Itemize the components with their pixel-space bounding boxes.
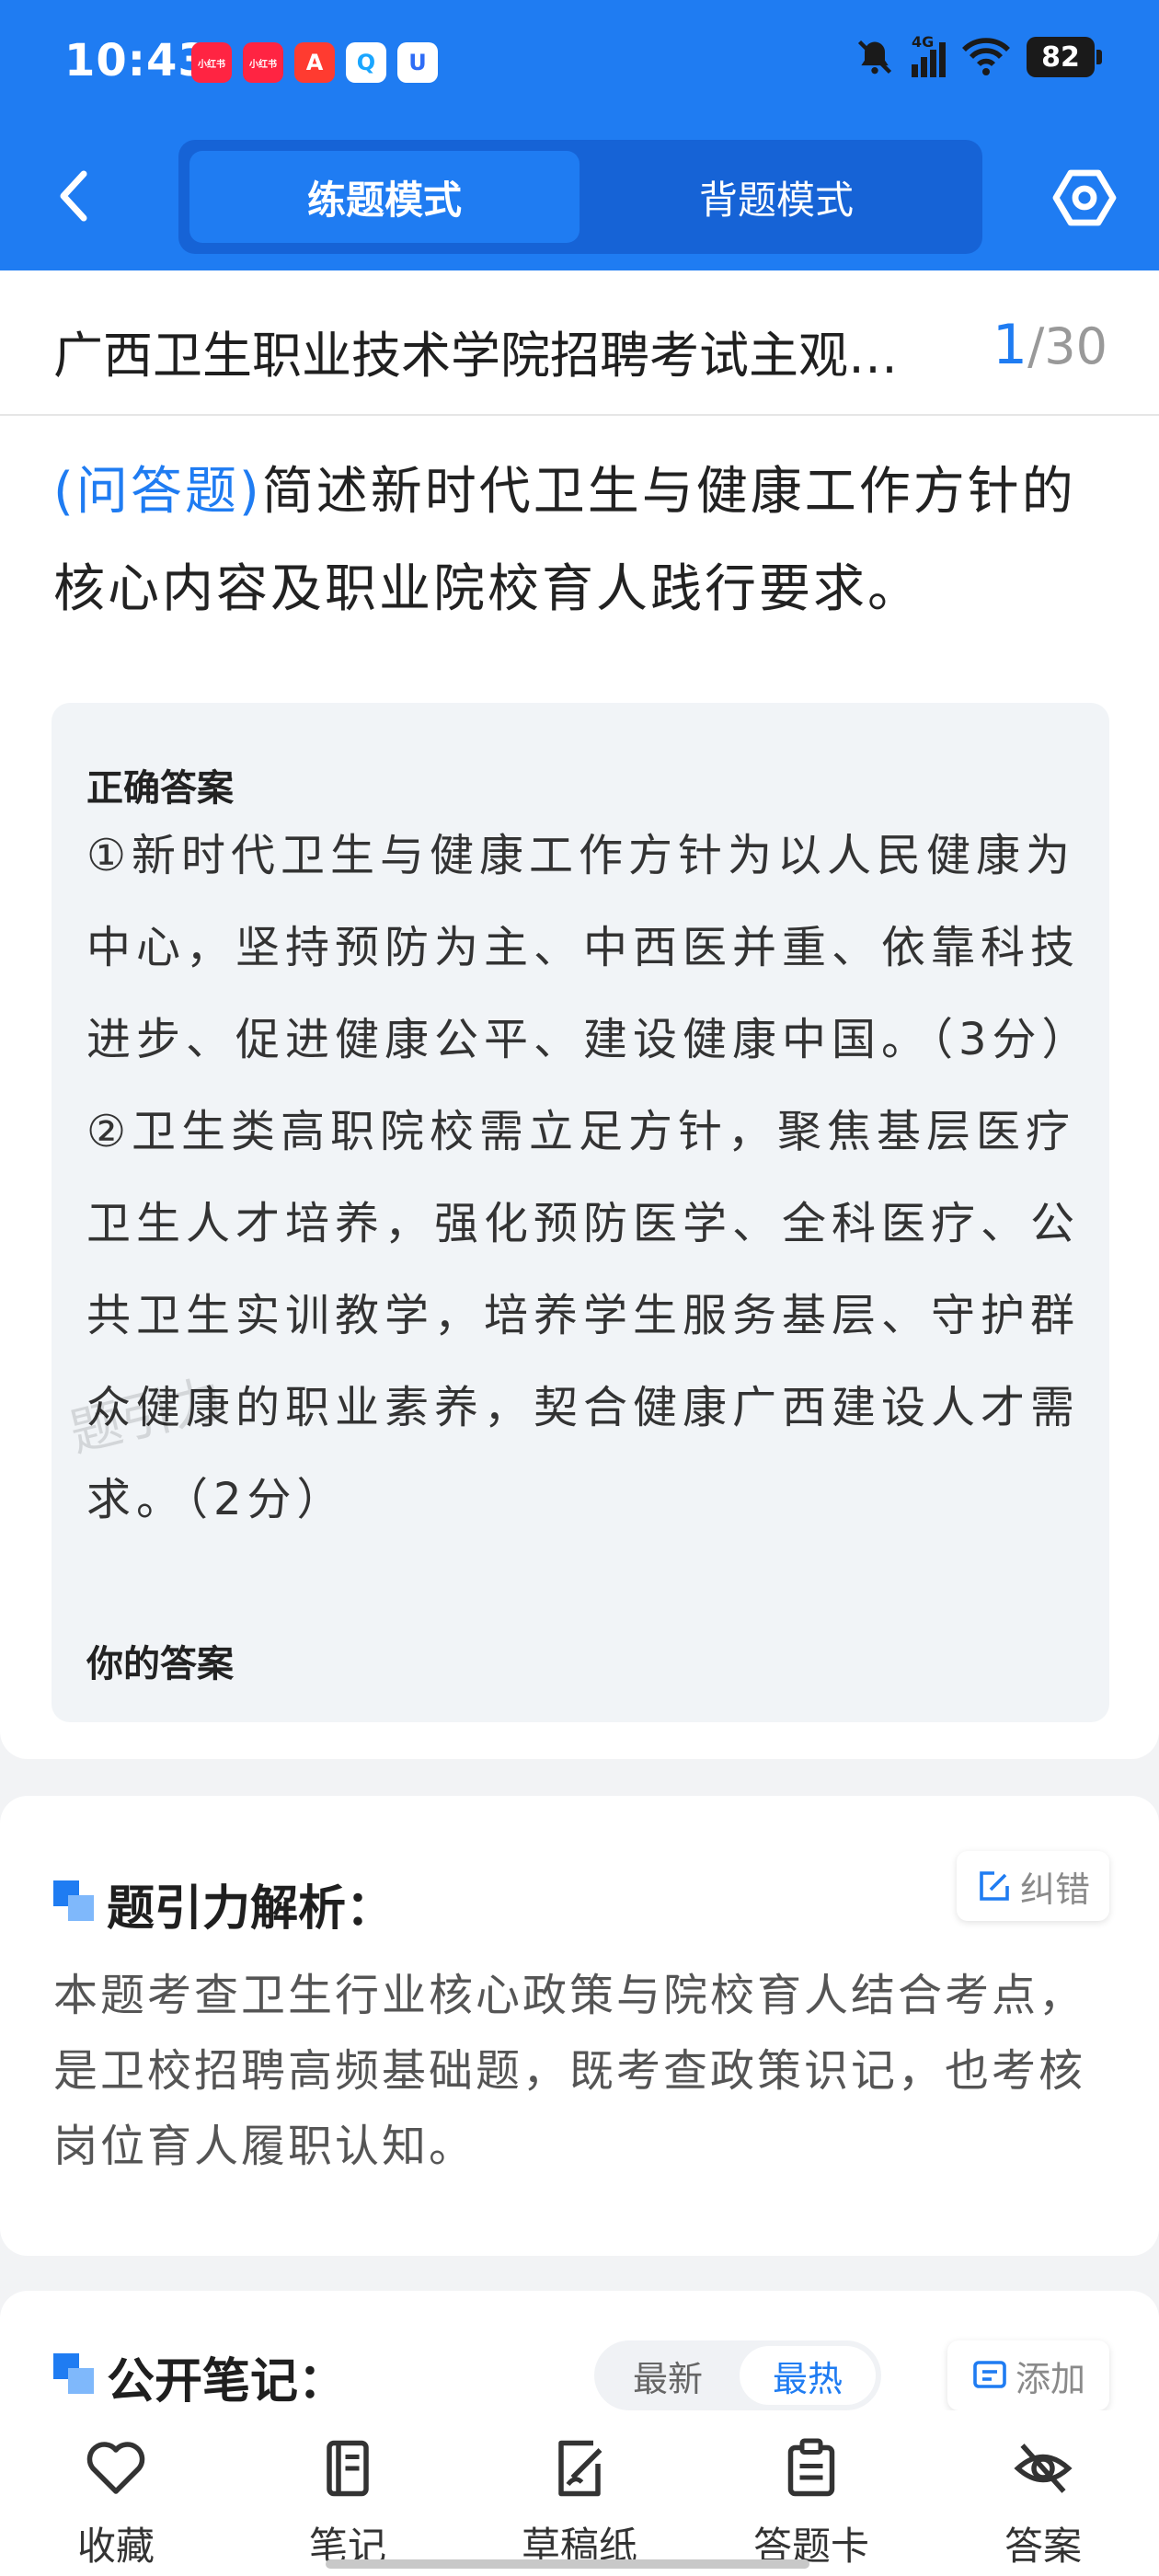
system-icons: 4G 82 [855,33,1102,77]
status-bar: 10:43 小红书 小红书 A Q U 4G 82 [0,0,1159,123]
report-error-button[interactable]: 纠错 [957,1851,1109,1921]
nav-favorite-label: 收藏 [76,2524,155,2569]
paper-title-row: 广西卫生职业技术学院招聘考试主观… 1/30 [0,270,1159,416]
counter-separator: / [1027,317,1045,375]
add-note-button[interactable]: 添加 [947,2340,1109,2410]
question-text: (问答题)简述新时代卫生与健康工作方针的核心内容及职业院校育人践行要求。 [53,443,1111,638]
your-answer-label: 你的答案 [86,1643,234,1685]
note-add-icon [973,2361,1006,2388]
correct-answer-text: ①新时代卫生与健康工作方针为以人民健康为中心，坚持预防为主、中西医并重、依靠科技… [86,830,1081,1525]
tab-memorize-mode[interactable]: 背题模式 [581,151,971,243]
sort-hottest[interactable]: 最热 [740,2346,876,2405]
xiaohongshu-icon-2: 小红书 [243,42,283,83]
chat-app-icon: Q [346,42,386,83]
section-square-icon [53,2353,94,2394]
notes-sort-toggle: 最新 最热 [594,2340,881,2410]
eye-off-icon [1014,2444,1073,2493]
battery-indicator: 82 [1027,37,1102,77]
mode-switch: 练题模式 背题模式 [178,140,982,254]
heart-icon [86,2442,145,2494]
edit-icon [980,1871,1009,1901]
app-a-icon: A [294,42,335,83]
answer-sheet-icon [787,2438,835,2497]
answer-box: 正确答案 ①新时代卫生与健康工作方针为以人民健康为中心，坚持预防为主、中西医并重… [52,703,1109,1722]
question-card: (问答题)简述新时代卫生与健康工作方针的核心内容及职业院校育人践行要求。 正确答… [0,416,1159,1759]
nav-answer-sheet[interactable]: 答题卡 [695,2410,927,2576]
cellular-icon: 4G [912,33,946,77]
mute-bell-icon [857,40,892,75]
analysis-card: 题引力解析： 纠错 本题考查卫生行业核心政策与院校育人结合考点，是卫校招聘高频基… [0,1796,1159,2256]
app-u-icon: U [397,42,438,83]
total-count: 30 [1044,317,1107,375]
home-indicator[interactable] [326,2559,809,2569]
chevron-left-icon [60,170,87,222]
notes-title: 公开笔记： [107,2354,347,2409]
analysis-text: 本题考查卫生行业核心政策与院校育人结合考点，是卫校招聘高频基础题，既考查政策识记… [53,1970,1086,2172]
question-type: (问答题) [53,462,262,522]
bottom-nav: 收藏 笔记 草稿纸 答题卡 答案 [0,2410,1159,2576]
paper-title[interactable]: 广西卫生职业技术学院招聘考试主观… [53,315,964,387]
correct-answer-label: 正确答案 [86,767,234,810]
top-header: 10:43 小红书 小红书 A Q U 4G 82 练题模式 背题模式 [0,0,1159,270]
nav-draft[interactable]: 草稿纸 [464,2410,695,2576]
question-counter: 1/30 [993,313,1107,377]
wifi-icon [962,38,1010,75]
nav-answer[interactable]: 答案 [927,2410,1159,2576]
settings-button[interactable] [1052,167,1117,228]
report-error-label: 纠错 [1019,1869,1090,1910]
sort-newest[interactable]: 最新 [600,2346,736,2405]
nav-answer-label: 答案 [1004,2524,1082,2569]
draft-pen-icon [558,2440,602,2497]
notebook-icon [327,2440,369,2497]
tab-practice-mode[interactable]: 练题模式 [189,151,580,243]
notification-app-icons: 小红书 小红书 A Q U [191,42,438,83]
section-square-icon [53,1880,94,1921]
nav-favorite[interactable]: 收藏 [0,2410,232,2576]
current-index: 1 [992,313,1028,377]
status-time: 10:43 [64,35,210,86]
nav-notes[interactable]: 笔记 [232,2410,464,2576]
analysis-title: 题引力解析： [107,1881,395,1937]
back-button[interactable] [46,166,101,226]
xiaohongshu-icon: 小红书 [191,42,232,83]
hexagon-settings-icon [1052,169,1117,226]
add-note-label: 添加 [1015,2358,1085,2399]
